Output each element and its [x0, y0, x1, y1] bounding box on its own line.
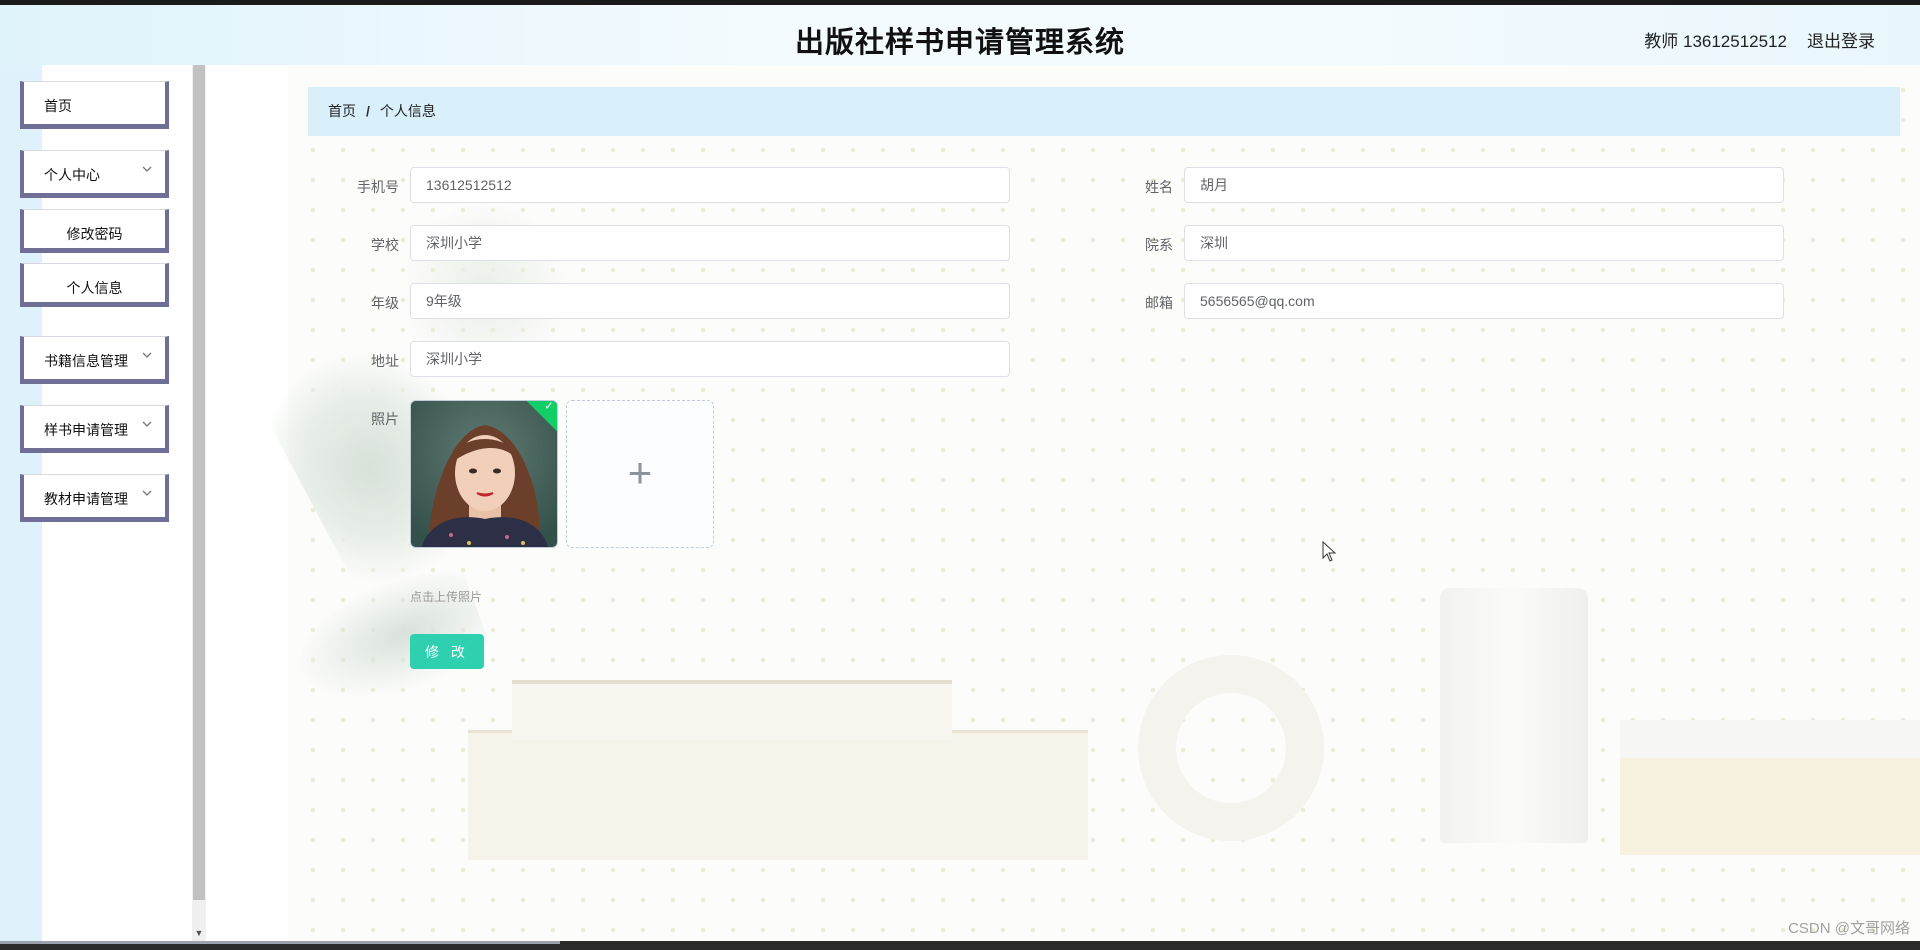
update-button[interactable]: 修 改 — [410, 634, 484, 669]
content-gutter — [206, 65, 288, 941]
upload-tip: 点击上传照片 — [410, 590, 483, 604]
breadcrumb-home-link[interactable]: 首页 — [328, 103, 356, 119]
scrollbar-thumb[interactable] — [193, 65, 205, 900]
address-field[interactable] — [410, 341, 1010, 377]
sidebar-item-book-management[interactable]: 书籍信息管理 — [20, 336, 169, 384]
breadcrumb-separator: / — [366, 103, 370, 119]
uploaded-photo[interactable]: ✓ — [410, 400, 558, 548]
sidebar-item-personal-info[interactable]: 个人信息 — [20, 263, 169, 307]
background-ring-decoration — [1138, 655, 1324, 841]
background-box-decoration — [512, 680, 952, 740]
school-label: 学校 — [371, 237, 399, 253]
sidebar-item-label: 首页 — [44, 98, 72, 114]
check-icon: ✓ — [544, 400, 554, 413]
app-header: 出版社样书申请管理系统 教师 13612512512 退出登录 — [0, 5, 1920, 65]
sidebar-item-label: 样书申请管理 — [44, 422, 128, 438]
portrait-image — [411, 401, 557, 547]
current-user: 教师 13612512512 — [1644, 32, 1787, 51]
app-title: 出版社样书申请管理系统 — [794, 27, 1125, 59]
chevron-down-icon — [141, 486, 153, 502]
breadcrumb-current: 个人信息 — [379, 103, 436, 119]
name-label: 姓名 — [1145, 179, 1173, 195]
sidebar-item-label: 教材申请管理 — [44, 491, 128, 507]
sidebar-item-label: 书籍信息管理 — [44, 353, 128, 369]
name-field[interactable] — [1184, 167, 1784, 203]
grade-field[interactable] — [410, 283, 1010, 319]
photo-upload-button[interactable]: + — [566, 400, 714, 548]
grade-label: 年级 — [371, 295, 399, 311]
breadcrumb: 首页 / 个人信息 — [308, 87, 1900, 136]
watermark: CSDN @文哥网络 — [1788, 920, 1910, 937]
sidebar-item-label: 个人中心 — [44, 167, 100, 183]
logout-link[interactable]: 退出登录 — [1807, 27, 1875, 52]
scroll-down-arrow-icon[interactable]: ▼ — [192, 925, 206, 941]
sidebar-scrollbar[interactable]: ▼ — [192, 65, 206, 941]
email-field[interactable] — [1184, 283, 1784, 319]
sidebar-item-textbook-request[interactable]: 教材申请管理 — [20, 474, 169, 522]
background-cylinder-decoration — [1440, 588, 1588, 843]
sidebar-item-personal-center[interactable]: 个人中心 — [20, 150, 169, 198]
school-field[interactable] — [410, 225, 1010, 261]
department-field[interactable] — [1184, 225, 1784, 261]
sidebar-item-sample-request[interactable]: 样书申请管理 — [20, 405, 169, 453]
phone-field[interactable] — [410, 167, 1010, 203]
photo-label: 照片 — [371, 411, 399, 427]
email-label: 邮箱 — [1145, 295, 1173, 311]
department-label: 院系 — [1145, 237, 1173, 253]
background-block-decoration — [1620, 720, 1920, 855]
taskbar-highlight — [0, 941, 560, 944]
address-label: 地址 — [371, 353, 399, 369]
sidebar-item-change-password[interactable]: 修改密码 — [20, 209, 169, 253]
chevron-down-icon — [141, 162, 153, 178]
sidebar-item-label: 个人信息 — [66, 280, 123, 296]
mouse-cursor-icon — [1322, 540, 1338, 568]
background-box-decoration — [468, 730, 1088, 860]
plus-icon: + — [627, 449, 653, 496]
chevron-down-icon — [141, 417, 153, 433]
phone-label: 手机号 — [357, 179, 399, 195]
chevron-down-icon — [141, 348, 153, 364]
sidebar-item-home[interactable]: 首页 — [20, 81, 169, 129]
sidebar-item-label: 修改密码 — [66, 226, 123, 242]
